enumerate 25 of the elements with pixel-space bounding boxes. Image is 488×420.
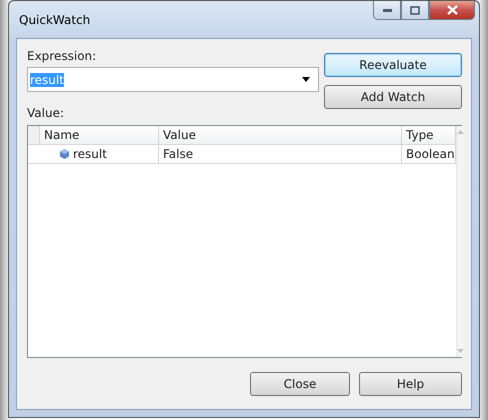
- add-watch-button[interactable]: Add Watch: [324, 85, 462, 109]
- scroll-up-icon: [456, 130, 464, 134]
- help-button[interactable]: Help: [359, 372, 462, 396]
- column-header[interactable]: Name: [40, 126, 159, 145]
- expression-value: result: [30, 72, 64, 86]
- window-title: QuickWatch: [19, 13, 90, 27]
- scroll-down-icon: [456, 349, 464, 353]
- value-label: Value:: [27, 106, 65, 120]
- scrollbar[interactable]: [456, 126, 464, 357]
- column-header[interactable]: Type: [402, 126, 456, 145]
- maximize-icon: [410, 6, 420, 14]
- dropdown-arrow-icon: [302, 77, 310, 82]
- close-icon: [446, 5, 458, 15]
- expression-label: Expression:: [27, 49, 98, 63]
- maximize-button[interactable]: [401, 1, 429, 20]
- row-header-corner: [28, 126, 40, 145]
- field-icon: [60, 149, 69, 159]
- table-cell: result: [40, 145, 159, 164]
- column-header[interactable]: Value: [159, 126, 402, 145]
- table-cell: False: [159, 145, 402, 164]
- minimize-icon: [382, 8, 392, 12]
- reevaluate-button[interactable]: Reevaluate: [324, 53, 462, 77]
- close-dialog-button[interactable]: Close: [250, 372, 350, 396]
- minimize-button[interactable]: [373, 1, 401, 20]
- close-button[interactable]: [429, 1, 475, 20]
